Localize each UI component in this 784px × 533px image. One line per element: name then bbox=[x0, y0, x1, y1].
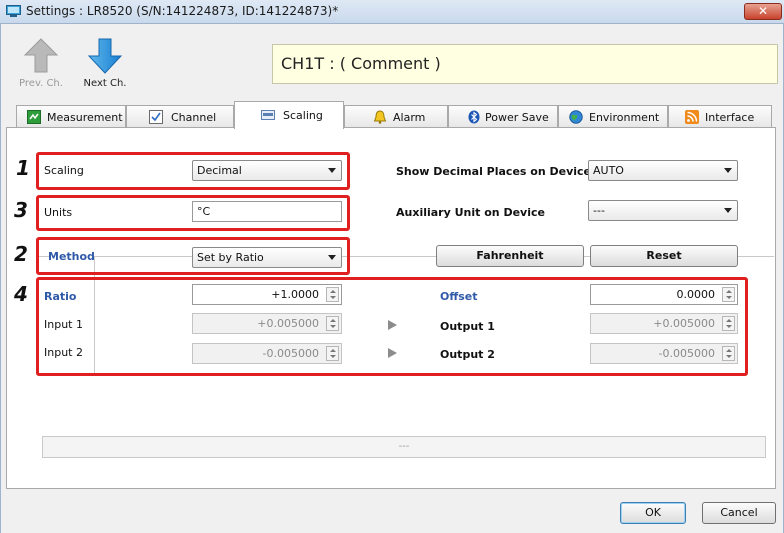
status-bar: --- bbox=[42, 436, 766, 458]
show-decimal-label: Show Decimal Places on Device bbox=[396, 165, 592, 178]
aux-unit-select-value: --- bbox=[593, 204, 605, 217]
tab-scaling-label: Scaling bbox=[283, 109, 323, 122]
tab-environment[interactable]: Environment bbox=[558, 105, 668, 128]
tab-interface[interactable]: Interface bbox=[668, 105, 772, 128]
annotation-number-4: 4 bbox=[14, 282, 28, 306]
show-decimal-select[interactable]: AUTO bbox=[588, 160, 738, 181]
tab-channel[interactable]: Channel bbox=[126, 105, 234, 128]
chevron-down-icon bbox=[724, 168, 732, 173]
scaling-icon bbox=[261, 110, 275, 120]
arrow-down-icon bbox=[87, 38, 123, 74]
bluetooth-icon bbox=[468, 110, 480, 124]
tab-power-save[interactable]: Power Save bbox=[448, 105, 558, 128]
show-decimal-select-value: AUTO bbox=[593, 164, 624, 177]
tab-channel-label: Channel bbox=[171, 111, 217, 124]
tab-measurement-label: Measurement bbox=[47, 111, 123, 124]
annotation-box-1 bbox=[36, 152, 350, 190]
tab-scaling[interactable]: Scaling bbox=[234, 101, 344, 129]
tab-interface-label: Interface bbox=[705, 111, 755, 124]
prev-channel-label: Prev. Ch. bbox=[19, 78, 63, 89]
next-channel-button[interactable]: Next Ch. bbox=[82, 36, 128, 92]
fahrenheit-button[interactable]: Fahrenheit bbox=[436, 245, 584, 267]
chevron-down-icon bbox=[724, 208, 732, 213]
tab-power-save-label: Power Save bbox=[485, 111, 549, 124]
channel-check-icon bbox=[149, 110, 163, 124]
bell-icon bbox=[373, 110, 387, 124]
ok-button[interactable]: OK bbox=[620, 502, 686, 524]
annotation-box-4 bbox=[36, 277, 748, 376]
close-button[interactable]: ✕ bbox=[744, 3, 782, 20]
reset-button[interactable]: Reset bbox=[590, 245, 738, 267]
annotation-number-3: 3 bbox=[14, 198, 28, 222]
measurement-icon bbox=[27, 110, 41, 124]
arrow-up-icon bbox=[23, 38, 59, 73]
window-title: Settings : LR8520 (S/N:141224873, ID:141… bbox=[26, 4, 339, 18]
aux-unit-select[interactable]: --- bbox=[588, 200, 738, 221]
rss-icon bbox=[685, 110, 699, 124]
aux-unit-label: Auxiliary Unit on Device bbox=[396, 206, 545, 219]
window-app-icon bbox=[6, 5, 21, 17]
annotation-box-2 bbox=[36, 237, 350, 275]
channel-comment: CH1T : ( Comment ) bbox=[272, 44, 778, 84]
prev-channel-button[interactable]: Prev. Ch. bbox=[18, 36, 64, 92]
annotation-box-3 bbox=[36, 195, 350, 231]
cancel-button[interactable]: Cancel bbox=[702, 502, 776, 524]
tab-environment-label: Environment bbox=[589, 111, 660, 124]
next-channel-label: Next Ch. bbox=[83, 78, 127, 89]
globe-icon bbox=[569, 110, 583, 124]
annotation-number-1: 1 bbox=[16, 156, 30, 180]
tab-measurement[interactable]: Measurement bbox=[16, 105, 126, 128]
tab-alarm-label: Alarm bbox=[393, 111, 426, 124]
tab-alarm[interactable]: Alarm bbox=[344, 105, 448, 128]
annotation-number-2: 2 bbox=[14, 242, 28, 266]
